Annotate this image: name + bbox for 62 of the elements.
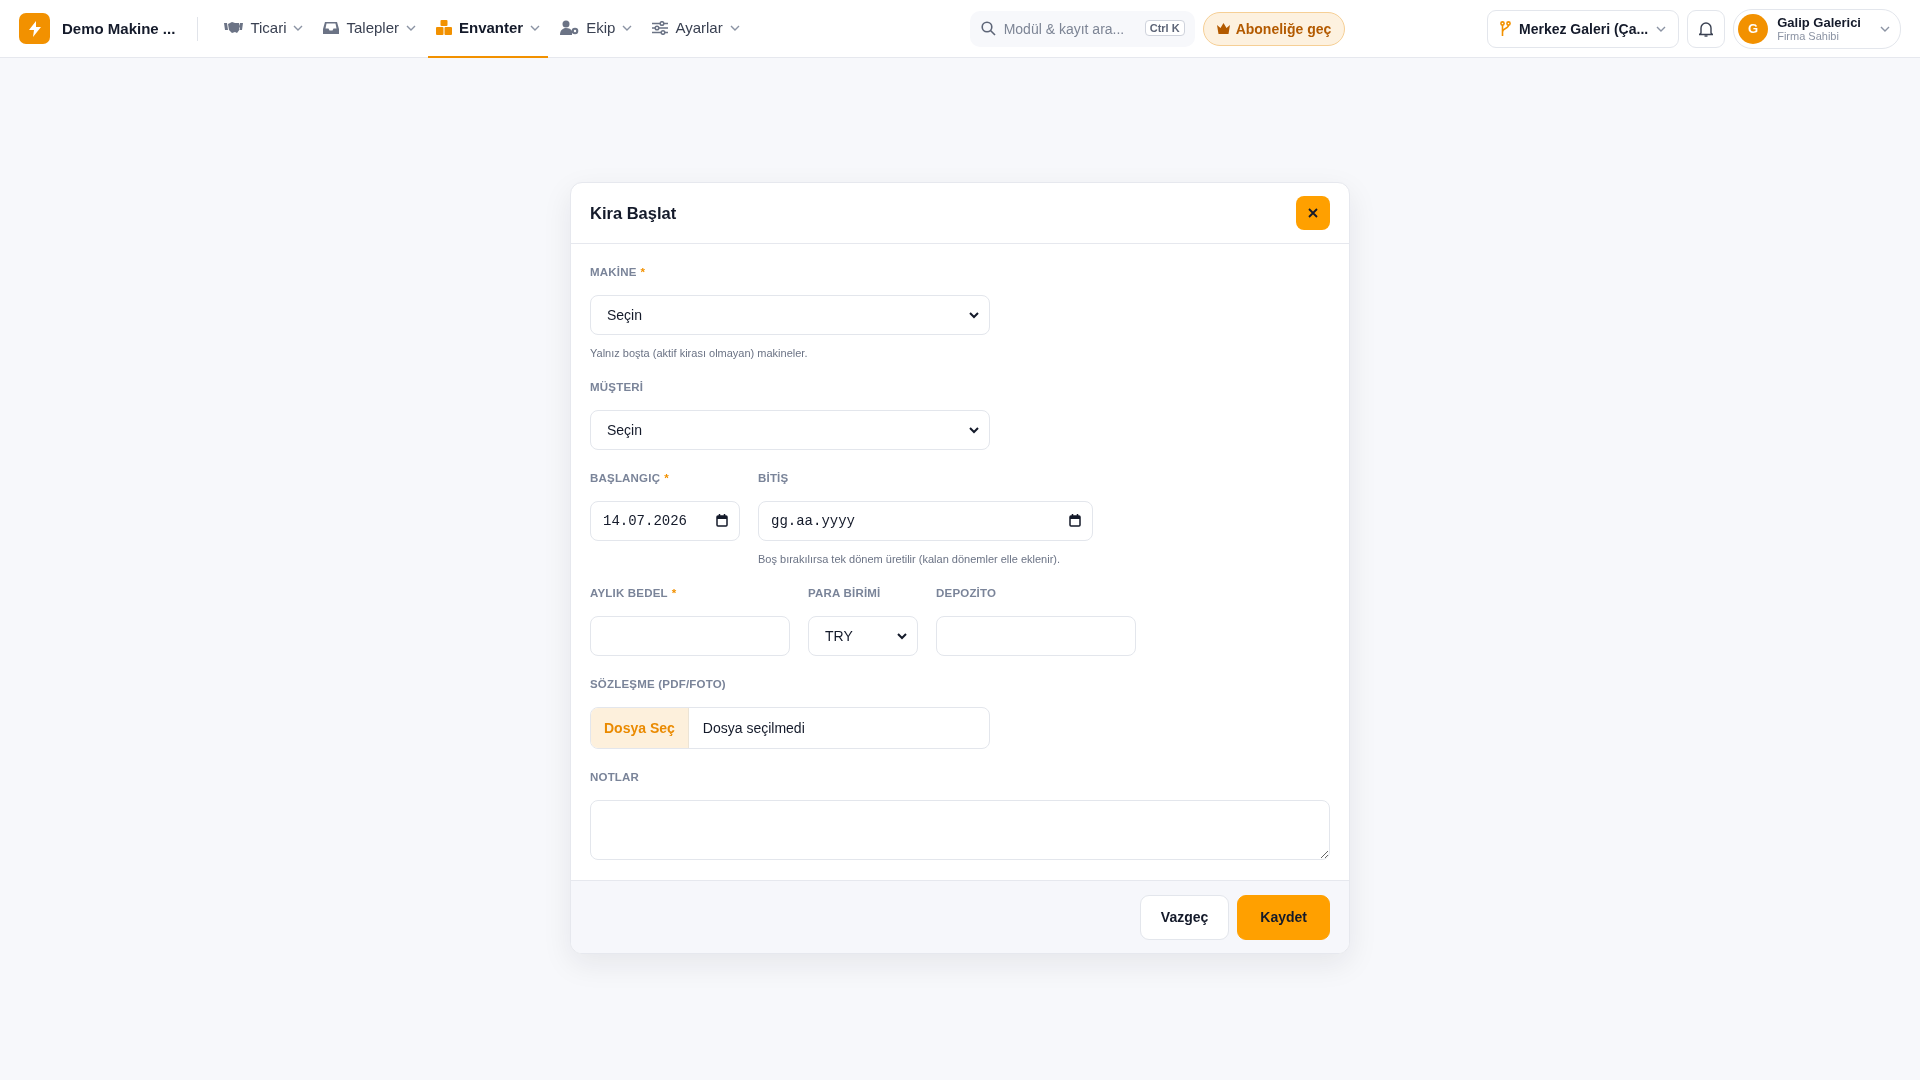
field-label: MÜŞTERİ (590, 381, 645, 395)
field-label: SÖZLEŞME (PDF/FOTO) (590, 678, 727, 692)
nav-tab[interactable]: Talepler (315, 0, 424, 58)
field-label: PARA BİRİMİ (808, 587, 882, 601)
chevron-down-icon (293, 24, 304, 31)
user-role: Firma Sahibi (1777, 29, 1840, 43)
crown-icon (1216, 23, 1230, 34)
input-field[interactable] (590, 616, 790, 656)
notifications-button[interactable] (1687, 9, 1726, 48)
chevron-down-icon (897, 632, 907, 640)
lightning-icon (28, 20, 41, 37)
field-label: AYLIK BEDEL * (590, 587, 678, 601)
cancel-button[interactable]: Vazgeç (1139, 894, 1230, 940)
date-field[interactable]: 14.07.2026 (590, 501, 740, 541)
upgrade-button[interactable]: Aboneliğe geç (1202, 11, 1346, 46)
chevron-down-icon (406, 24, 416, 31)
save-button[interactable]: Kaydet (1237, 894, 1330, 940)
field-label: DEPOZİTO (936, 587, 998, 601)
handshake-icon (224, 20, 244, 35)
chevron-down-icon (1880, 25, 1890, 32)
field-hint: Yalnız boşta (aktif kirası olmayan) makineler. (590, 347, 809, 359)
search-icon (980, 20, 996, 36)
field-label: MAKİNE * (590, 266, 647, 280)
file-field[interactable]: Dosya Seç Dosya seçilmedi (590, 707, 990, 749)
chevron-down-icon (729, 24, 740, 31)
select-field[interactable]: Seçin (590, 410, 990, 450)
bell-icon (1699, 20, 1714, 37)
chevron-down-icon (622, 24, 633, 31)
select-field[interactable]: Seçin (590, 295, 990, 335)
file-status: Dosya seçilmedi (701, 719, 805, 738)
chevron-down-icon (969, 311, 979, 319)
branch-selector[interactable]: Merkez Galeri (Ça... (1487, 9, 1680, 48)
close-icon (1308, 208, 1318, 218)
user-gear-icon (560, 20, 580, 35)
close-button[interactable] (1296, 196, 1330, 230)
chevron-down-icon (1656, 25, 1667, 32)
chevron-down-icon (530, 24, 541, 31)
field-label: BAŞLANGIÇ * (590, 472, 670, 486)
user-avatar: G (1738, 13, 1769, 44)
app-logo[interactable] (19, 13, 50, 44)
boxes-icon (436, 20, 452, 35)
sliders-icon (652, 20, 669, 35)
workspace-name: Demo Makine ... (62, 20, 176, 37)
inbox-icon (323, 20, 340, 35)
input-field[interactable] (936, 616, 1136, 656)
nav-tab[interactable]: Ekip (552, 0, 641, 58)
branch-icon (1500, 21, 1511, 36)
select-field[interactable]: TRY (808, 616, 918, 656)
nav-tab[interactable]: Ayarlar (644, 0, 748, 58)
nav-tab[interactable]: Envanter (428, 0, 549, 58)
user-name: Galip Galerici (1777, 14, 1861, 30)
date-field[interactable]: gg.aa.yyyy (758, 501, 1093, 541)
calendar-icon (1069, 514, 1081, 527)
notes-field[interactable] (590, 800, 1330, 860)
nav-tab[interactable]: Ticari (216, 0, 312, 58)
field-label: NOTLAR (590, 771, 641, 785)
chevron-down-icon (969, 426, 979, 434)
user-menu[interactable]: G Galip Galerici Firma Sahibi (1733, 8, 1901, 49)
field-hint: Boş bırakılırsa tek dönem üretilir (kalan dönemler elle eklenir). (758, 553, 1062, 565)
field-label: BİTİŞ (758, 472, 790, 486)
dialog-title: Kira Başlat (590, 203, 677, 223)
calendar-icon (716, 514, 728, 527)
